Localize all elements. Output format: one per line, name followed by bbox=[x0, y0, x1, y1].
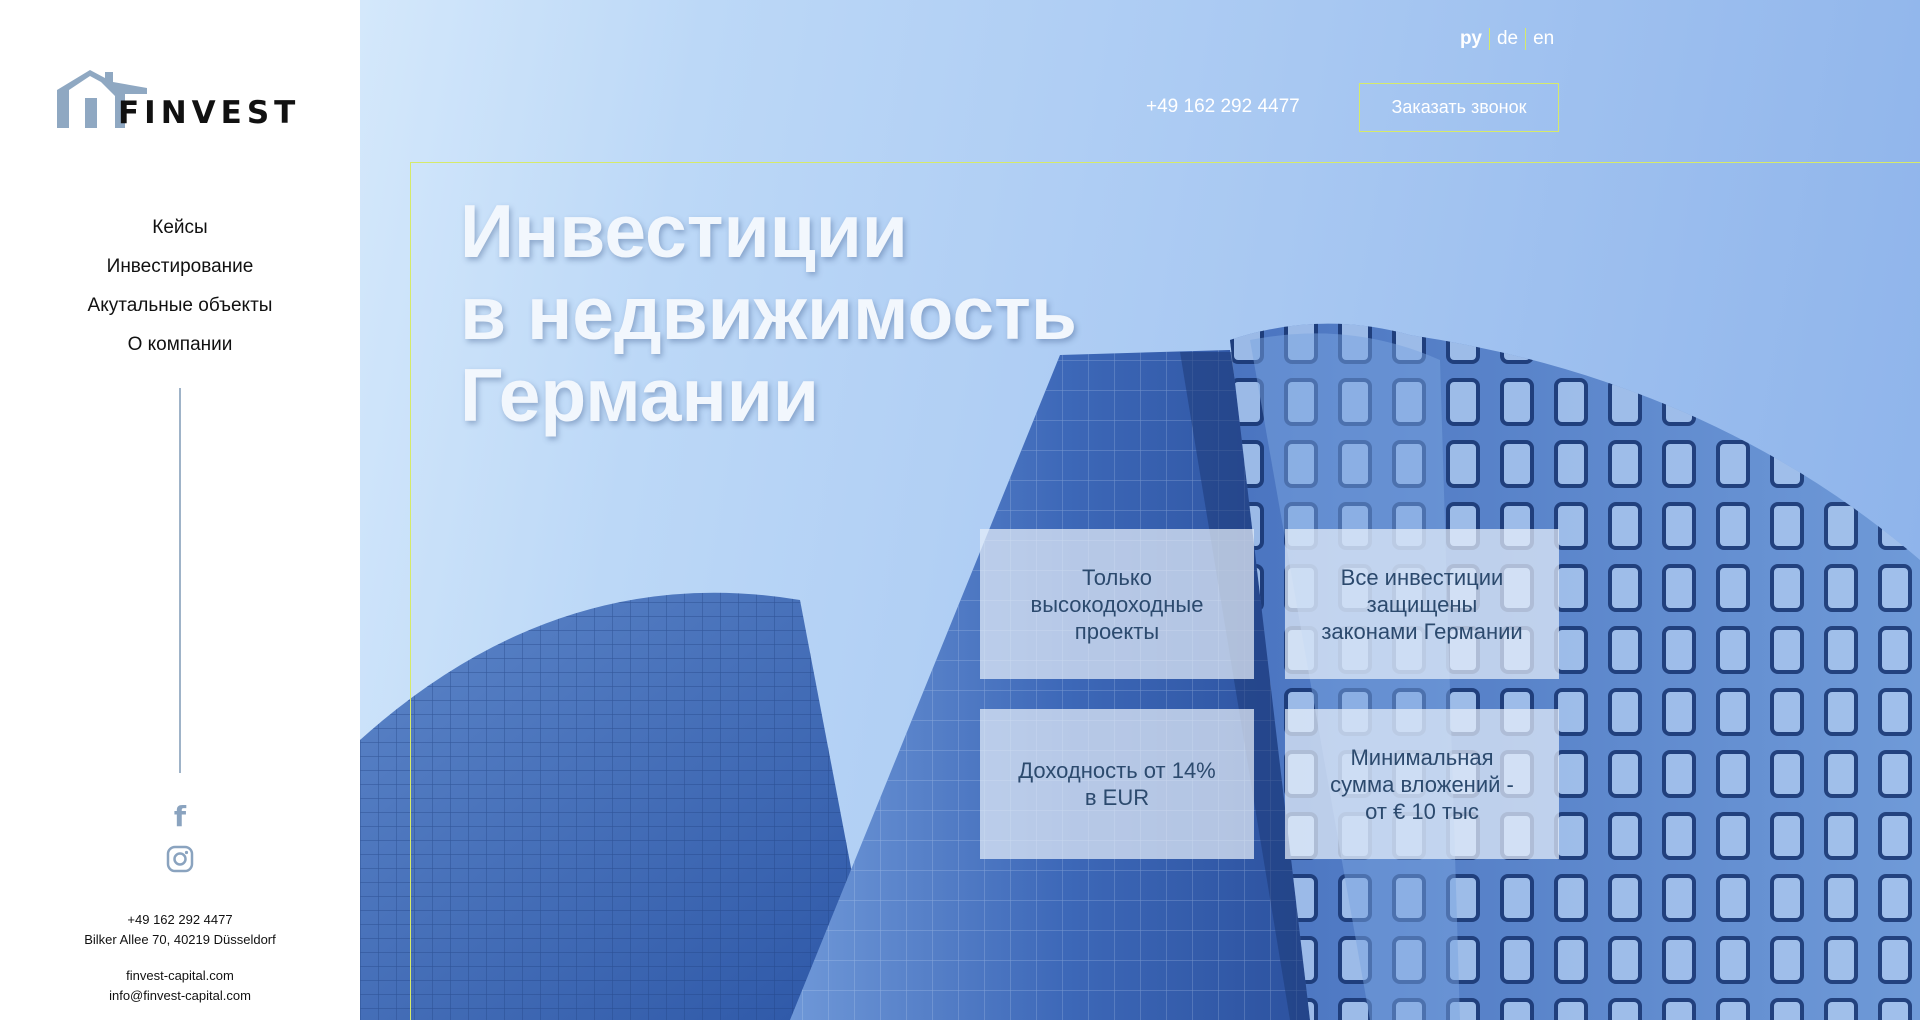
nav-item-about[interactable]: О компании bbox=[0, 331, 360, 370]
feature-card-return: Доходность от 14% в EUR bbox=[980, 709, 1254, 859]
feature-card-minimum: Минимальная сумма вложений - от € 10 тыс bbox=[1285, 709, 1559, 859]
feature-card-protected: Все инвестиции защищены законами Германи… bbox=[1285, 529, 1559, 679]
finvest-logo[interactable]: FINVEST bbox=[55, 68, 310, 130]
nav-item-current-objects[interactable]: Акутальные объекты bbox=[0, 292, 360, 331]
request-call-button[interactable]: Заказать звонок bbox=[1359, 83, 1559, 132]
feature-text: Минимальная сумма вложений - от € 10 тыс bbox=[1330, 744, 1514, 824]
feature-text: Только высокодоходные проекты bbox=[1030, 564, 1204, 644]
brand-name: FINVEST bbox=[118, 95, 301, 131]
feature-card-high-yield: Только высокодоходные проекты bbox=[980, 529, 1254, 679]
contact-address: Bilker Allee 70, 40219 Düsseldorf bbox=[84, 932, 276, 947]
hero-title: Инвестиции в недвижимость Германии bbox=[460, 190, 1077, 436]
contact-info: +49 162 292 4477 Bilker Allee 70, 40219 … bbox=[0, 910, 360, 1006]
header-phone[interactable]: +49 162 292 4477 bbox=[1146, 96, 1300, 118]
sidebar: FINVEST Кейсы Инвестирование Акутальные … bbox=[0, 0, 360, 1020]
instagram-icon[interactable] bbox=[0, 845, 360, 878]
feature-text: Доходность от 14% в EUR bbox=[1018, 758, 1216, 810]
hero-section: ру de en +49 162 292 4477 Заказать звонок … bbox=[360, 0, 1920, 1020]
contact-email[interactable]: info@finvest-capital.com bbox=[0, 986, 360, 1006]
hero-title-line-1: Инвестиции bbox=[460, 189, 908, 273]
lang-de[interactable]: de bbox=[1497, 28, 1518, 49]
main-nav: Кейсы Инвестирование Акутальные объекты … bbox=[0, 214, 360, 370]
vertical-divider bbox=[179, 388, 181, 773]
lang-ru[interactable]: ру bbox=[1460, 28, 1482, 49]
contact-phone[interactable]: +49 162 292 4477 bbox=[0, 910, 360, 930]
facebook-icon[interactable]: f bbox=[0, 800, 360, 833]
lang-en[interactable]: en bbox=[1533, 28, 1554, 49]
language-switcher: ру de en bbox=[1460, 28, 1554, 50]
nav-item-investing[interactable]: Инвестирование bbox=[0, 253, 360, 292]
feature-text: Все инвестиции защищены законами Германи… bbox=[1321, 564, 1523, 644]
contact-website[interactable]: finvest-capital.com bbox=[0, 966, 360, 986]
nav-item-cases[interactable]: Кейсы bbox=[0, 214, 360, 253]
hero-title-line-2: в недвижимость bbox=[460, 271, 1077, 355]
hero-title-line-3: Германии bbox=[460, 353, 819, 437]
